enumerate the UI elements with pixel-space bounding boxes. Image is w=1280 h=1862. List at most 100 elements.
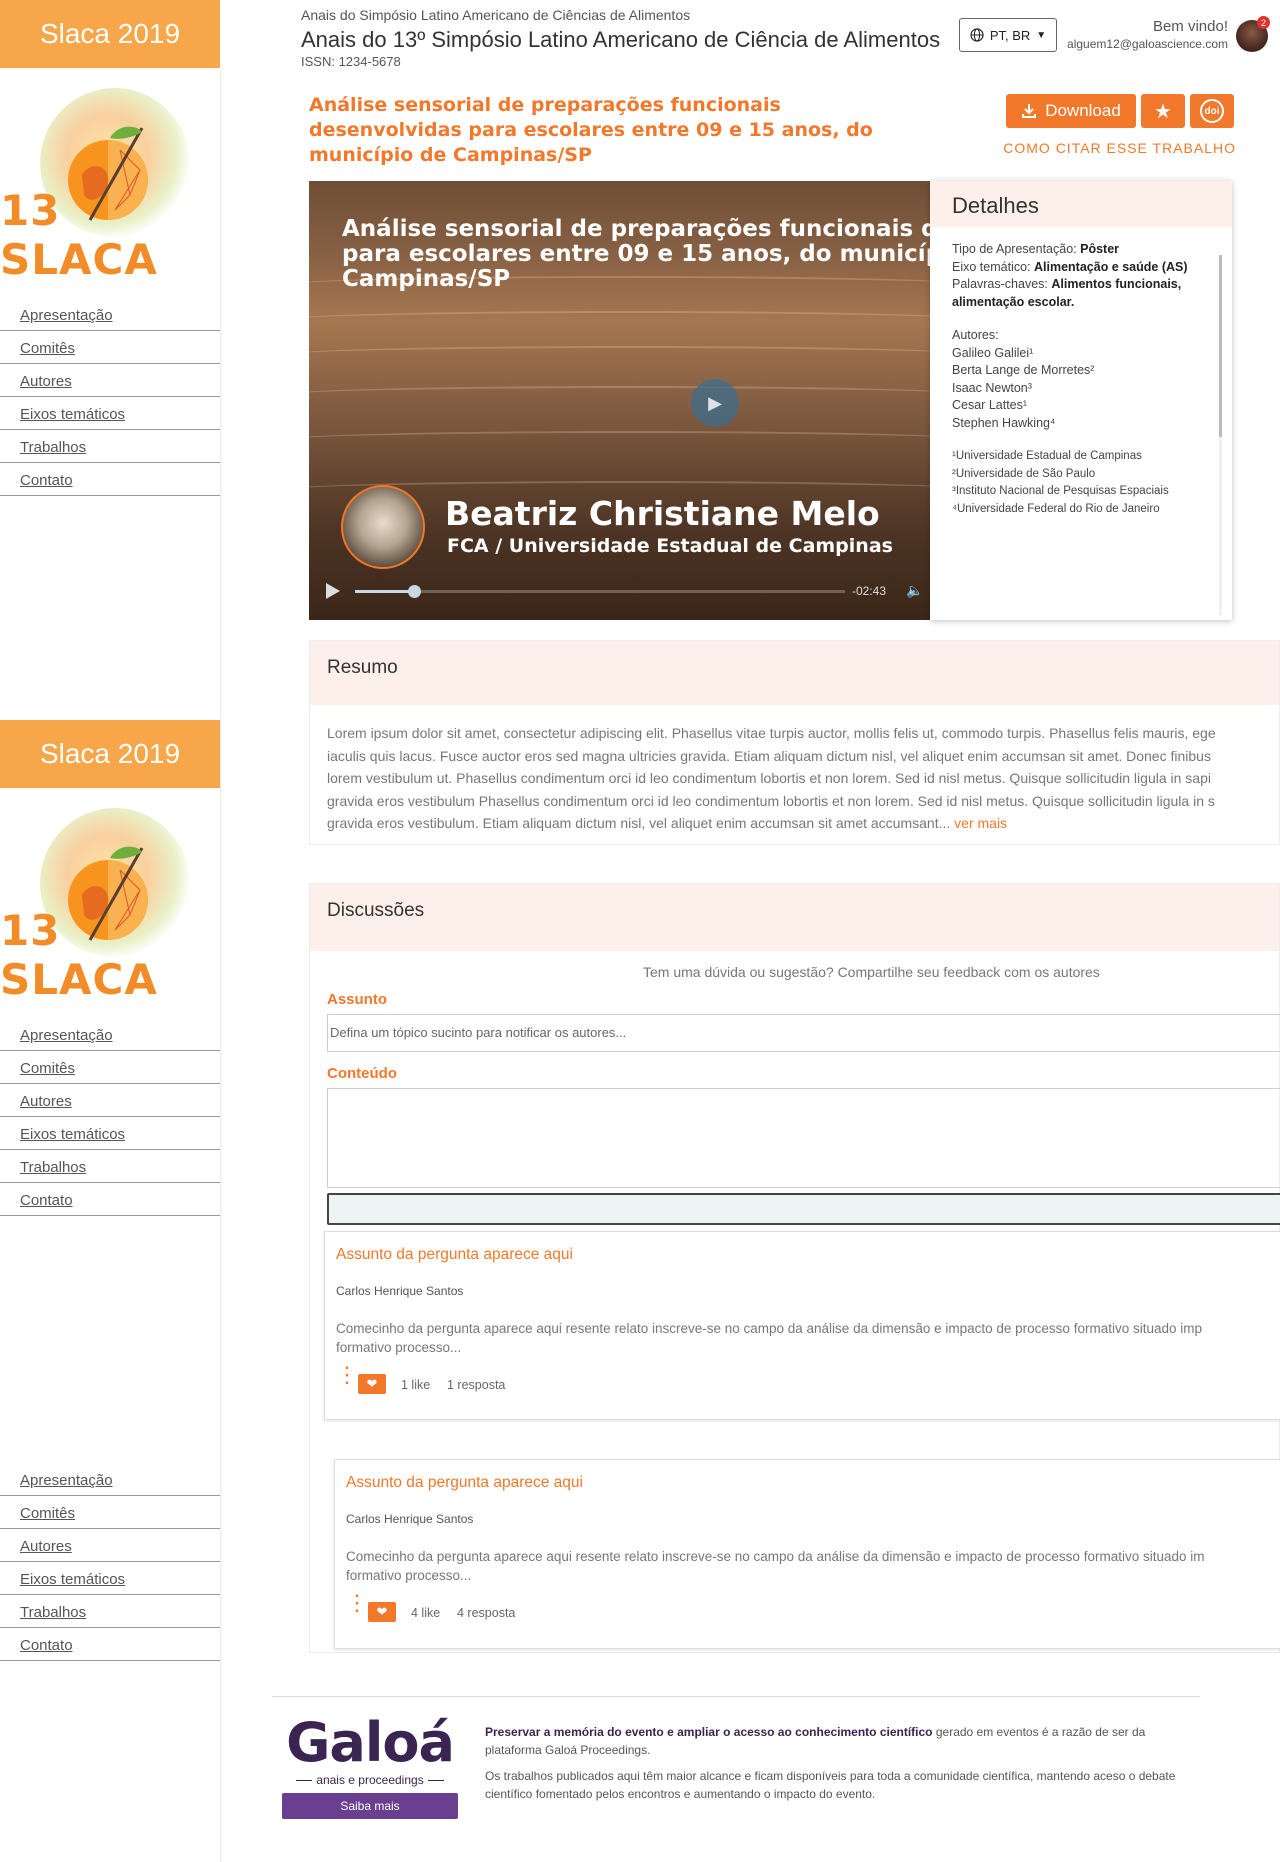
sidebar-link[interactable]: Apresentação bbox=[20, 307, 113, 324]
event-logo[interactable]: 13 SLACA bbox=[0, 788, 220, 1018]
sidebar-link[interactable]: Autores bbox=[20, 373, 72, 390]
video-progress-bar[interactable] bbox=[355, 585, 845, 598]
sidebar-link[interactable]: Trabalhos bbox=[20, 1159, 86, 1176]
question-author: Carlos Henrique Santos bbox=[336, 1284, 464, 1298]
sidebar-link[interactable]: Apresentação bbox=[20, 1027, 113, 1044]
sidebar-item-apresentacao[interactable]: Apresentação bbox=[0, 1018, 220, 1051]
sidebar-link[interactable]: Trabalhos bbox=[20, 439, 86, 456]
sidebar-link[interactable]: Comitês bbox=[20, 1060, 75, 1077]
discussion-prompt: Tem uma dúvida ou sugestão? Compartilhe … bbox=[643, 964, 1100, 980]
question-card[interactable]: Assunto da pergunta aparece aqui Carlos … bbox=[324, 1231, 1280, 1420]
sidebar-link[interactable]: Contato bbox=[20, 1192, 73, 1209]
author-item[interactable]: Cesar Lattes¹ bbox=[952, 397, 1212, 415]
presentation-type-label: Tipo de Apresentação: bbox=[952, 242, 1077, 256]
question-title[interactable]: Assunto da pergunta aparece aqui bbox=[336, 1246, 573, 1264]
learn-more-button[interactable]: Saiba mais bbox=[282, 1793, 458, 1819]
author-item[interactable]: Isaac Newton³ bbox=[952, 380, 1212, 398]
user-greeting[interactable]: Bem vindo! alguem12@galoascience.com bbox=[1067, 18, 1228, 51]
sidebar-item-contato[interactable]: Contato bbox=[0, 463, 220, 496]
question-body: Comecinho da pergunta aparece aqui resen… bbox=[336, 1319, 1280, 1357]
sidebar-event-title: Slaca 2019 bbox=[0, 0, 220, 68]
cite-link[interactable]: COMO CITAR ESSE TRABALHO bbox=[1003, 140, 1236, 156]
like-button[interactable]: ❤ bbox=[358, 1374, 386, 1394]
sidebar-nav: Apresentação Comitês Autores Eixos temát… bbox=[0, 1463, 220, 1661]
sidebar-item-contato[interactable]: Contato bbox=[0, 1183, 220, 1216]
sidebar-link[interactable]: Contato bbox=[20, 1637, 73, 1654]
header-subtitle: Anais do Simpósio Latino Americano de Ci… bbox=[301, 7, 691, 23]
sidebar-item-comites[interactable]: Comitês bbox=[0, 331, 220, 364]
like-button[interactable]: ❤ bbox=[368, 1602, 396, 1622]
download-label: Download bbox=[1045, 101, 1121, 120]
more-options-icon[interactable]: ⋮ bbox=[346, 1592, 368, 1614]
galoa-tagline: anais e proceedings bbox=[282, 1773, 458, 1787]
content-label: Conteúdo bbox=[327, 1065, 397, 1082]
favorite-button[interactable]: ★ bbox=[1141, 94, 1185, 128]
event-logo[interactable]: 13 SLACA bbox=[0, 68, 220, 298]
sidebar-item-comites[interactable]: Comitês bbox=[0, 1496, 220, 1529]
content-textarea[interactable] bbox=[327, 1088, 1280, 1188]
author-item[interactable]: Stephen Hawking⁴ bbox=[952, 415, 1212, 433]
sidebar-item-contato[interactable]: Contato bbox=[0, 1628, 220, 1661]
logo-text: 13 SLACA bbox=[0, 906, 158, 1004]
play-icon[interactable]: ▶ bbox=[691, 379, 739, 427]
sidebar-item-trabalhos[interactable]: Trabalhos bbox=[0, 1150, 220, 1183]
more-options-icon[interactable]: ⋮ bbox=[336, 1364, 358, 1386]
sidebar-item-eixos[interactable]: Eixos temáticos bbox=[0, 397, 220, 430]
heart-icon: ❤ bbox=[366, 1376, 378, 1391]
sidebar-item-autores[interactable]: Autores bbox=[0, 1529, 220, 1562]
footer-paragraph: Preservar a memória do evento e ampliar … bbox=[485, 1723, 1190, 1759]
sidebar-item-comites[interactable]: Comitês bbox=[0, 1051, 220, 1084]
abstract-card: Resumo Lorem ipsum dolor sit amet, conse… bbox=[309, 640, 1280, 845]
question-line: Comecinho da pergunta aparece aqui resen… bbox=[336, 1321, 1202, 1336]
submit-bar[interactable] bbox=[327, 1193, 1280, 1225]
author-item[interactable]: Berta Lange de Morretes² bbox=[952, 362, 1212, 380]
sidebar-item-autores[interactable]: Autores bbox=[0, 364, 220, 397]
sidebar-link[interactable]: Autores bbox=[20, 1093, 72, 1110]
sidebar-link[interactable]: Eixos temáticos bbox=[20, 1571, 125, 1588]
heart-icon: ❤ bbox=[376, 1604, 388, 1619]
sidebar-link[interactable]: Trabalhos bbox=[20, 1604, 86, 1621]
sidebar-item-apresentacao[interactable]: Apresentação bbox=[0, 1463, 220, 1496]
download-button[interactable]: Download bbox=[1006, 94, 1136, 128]
sidebar-item-apresentacao[interactable]: Apresentação bbox=[0, 298, 220, 331]
question-title[interactable]: Assunto da pergunta aparece aqui bbox=[346, 1474, 583, 1492]
sidebar-item-autores[interactable]: Autores bbox=[0, 1084, 220, 1117]
user-email: alguem12@galoascience.com bbox=[1067, 37, 1228, 51]
presentation-type-value: Pôster bbox=[1080, 242, 1120, 256]
language-selector[interactable]: PT, BR ▼ bbox=[959, 18, 1057, 52]
play-control-icon[interactable] bbox=[326, 583, 340, 599]
sidebar-link[interactable]: Contato bbox=[20, 472, 73, 489]
notification-badge[interactable]: 2 bbox=[1257, 16, 1270, 29]
authors-label: Autores: bbox=[952, 328, 999, 342]
sidebar-item-trabalhos[interactable]: Trabalhos bbox=[0, 1595, 220, 1628]
video-title-line: para escolares entre 09 e 15 anos, do mu… bbox=[342, 241, 949, 267]
question-line: formativo processo... bbox=[346, 1568, 472, 1583]
sidebar-link[interactable]: Apresentação bbox=[20, 1472, 113, 1489]
sidebar-link[interactable]: Autores bbox=[20, 1538, 72, 1555]
presenter-photo bbox=[341, 485, 425, 569]
video-progress-handle[interactable] bbox=[407, 585, 421, 598]
doi-button[interactable]: doi bbox=[1190, 94, 1234, 128]
sidebar-link[interactable]: Comitês bbox=[20, 340, 75, 357]
sidebar-secondary: Slaca 2019 13 SLACA Apresentação Comitês… bbox=[0, 720, 220, 1320]
sidebar-item-eixos[interactable]: Eixos temáticos bbox=[0, 1117, 220, 1150]
galoa-wordmark: Galoá bbox=[286, 1711, 455, 1774]
sidebar-link[interactable]: Comitês bbox=[20, 1505, 75, 1522]
details-scroll-thumb[interactable] bbox=[1219, 255, 1222, 437]
read-more-link[interactable]: ver mais bbox=[954, 815, 1007, 831]
sidebar-item-trabalhos[interactable]: Trabalhos bbox=[0, 430, 220, 463]
sidebar-link[interactable]: Eixos temáticos bbox=[20, 1126, 125, 1143]
galoa-logo[interactable]: Galoá anais e proceedings Saiba mais bbox=[282, 1713, 458, 1819]
author-item[interactable]: Galileo Galilei¹ bbox=[952, 345, 1212, 363]
details-scrollbar[interactable] bbox=[1219, 255, 1222, 615]
question-card[interactable]: Assunto da pergunta aparece aqui Carlos … bbox=[334, 1459, 1280, 1649]
reply-count[interactable]: 1 resposta bbox=[447, 1378, 505, 1392]
sidebar-item-eixos[interactable]: Eixos temáticos bbox=[0, 1562, 220, 1595]
reply-count[interactable]: 4 resposta bbox=[457, 1606, 515, 1620]
sidebar-link[interactable]: Eixos temáticos bbox=[20, 406, 125, 423]
subject-input[interactable]: Defina um tópico sucinto para notificar … bbox=[327, 1014, 1280, 1052]
video-player[interactable]: Análise sensorial de preparações funcion… bbox=[309, 181, 949, 620]
header-title[interactable]: Anais do 13º Simpósio Latino Americano d… bbox=[301, 27, 940, 53]
volume-icon[interactable]: 🔈 bbox=[906, 582, 923, 599]
sea-wave bbox=[309, 311, 949, 331]
